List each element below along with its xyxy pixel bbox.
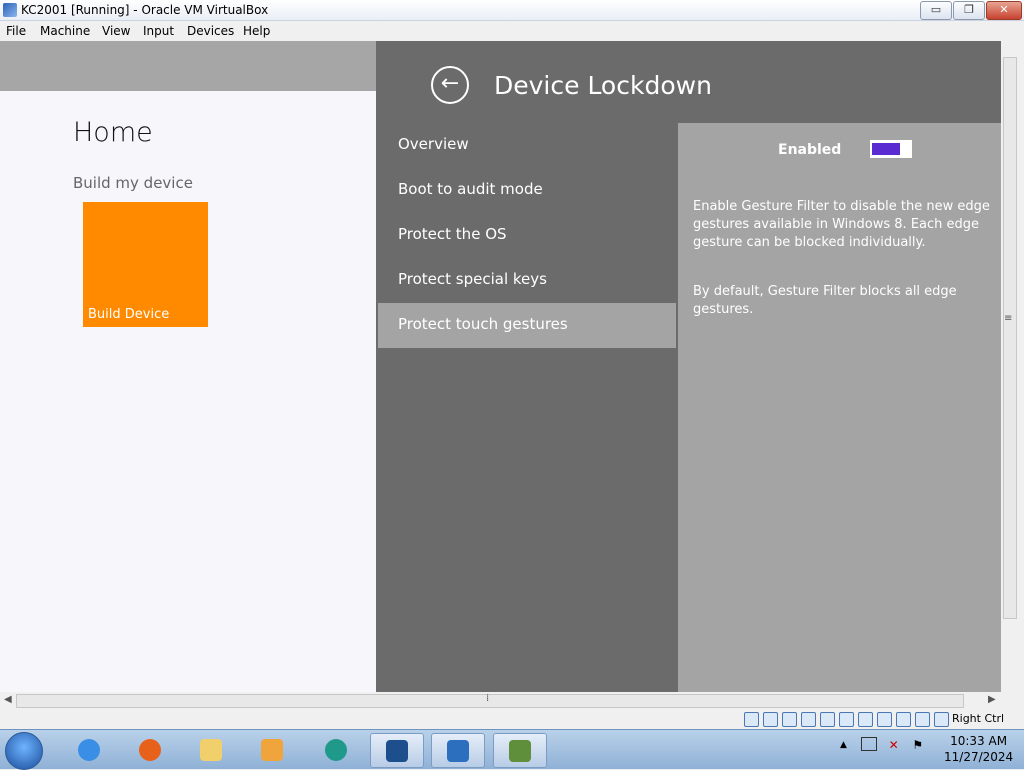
virtualbox-app-icon [3, 3, 17, 17]
nav-item-label: Protect the OS [398, 225, 507, 243]
show-hidden-icons-arrow-icon[interactable]: ▲ [840, 740, 847, 750]
hard-disk-icon[interactable] [744, 712, 759, 727]
vertical-scroll-thumb[interactable] [1003, 57, 1017, 619]
panel-header: ← Device Lockdown [376, 41, 1001, 123]
enabled-toggle[interactable] [870, 140, 912, 158]
taskbar-firefox[interactable] [124, 733, 176, 766]
nav-item-label: Boot to audit mode [398, 180, 543, 198]
gesture-filter-default-note: By default, Gesture Filter blocks all ed… [693, 284, 957, 317]
nav-item-label: Protect special keys [398, 270, 547, 288]
close-button[interactable]: ✕ [986, 1, 1022, 20]
network-utility-icon [509, 740, 531, 762]
folder-icon [200, 739, 222, 761]
back-arrow-icon[interactable]: ← [431, 66, 469, 104]
home-top-band [0, 41, 376, 91]
vertical-scroll-grip-icon: ≡ [1004, 313, 1013, 324]
nav-item-boot-to-audit-mode[interactable]: Boot to audit mode [378, 168, 676, 213]
display-icon[interactable] [858, 712, 873, 727]
taskbar-windows-xp-vm[interactable] [431, 733, 485, 768]
taskbar-network-utility[interactable] [493, 733, 547, 768]
taskbar-media-player[interactable] [246, 733, 298, 766]
start-button-windows-icon[interactable] [5, 732, 43, 770]
windows-xp-icon [447, 740, 469, 762]
home-title: Home [73, 117, 153, 148]
firefox-icon [139, 739, 161, 761]
optical-drive-icon[interactable] [763, 712, 778, 727]
action-center-flag-icon[interactable]: ⚑ [912, 738, 924, 752]
gesture-filter-description: Enable Gesture Filter to disable the new… [693, 199, 990, 250]
clock-date: 11/27/2024 [944, 750, 1014, 764]
panel-heading: Device Lockdown [494, 71, 712, 100]
menu-devices[interactable]: Devices [187, 24, 234, 38]
minimize-button[interactable]: ▭ [920, 1, 952, 20]
host-key-label: Right Ctrl [952, 712, 1005, 725]
taskbar-virtualbox[interactable] [370, 733, 424, 768]
enabled-label: Enabled [778, 142, 842, 158]
nav-item-protect-the-os[interactable]: Protect the OS [378, 213, 676, 258]
scroll-left-arrow-icon[interactable]: ◀ [4, 694, 12, 705]
audio-icon[interactable] [782, 712, 797, 727]
video-capture-icon[interactable] [877, 712, 892, 727]
horizontal-scrollbar[interactable]: ◀ ⁞ ▶ [0, 692, 1001, 709]
virtualization-icon[interactable] [896, 712, 911, 727]
virtualbox-icon [386, 740, 408, 762]
shared-folders-icon[interactable] [839, 712, 854, 727]
vertical-scrollbar[interactable]: ≡ [1001, 41, 1018, 692]
network-icon[interactable] [801, 712, 816, 727]
usb-icon[interactable] [820, 712, 835, 727]
home-pane: Home Build my device Build Device [0, 41, 376, 692]
menu-help[interactable]: Help [243, 24, 270, 38]
detail-pane: Enabled Enable Gesture Filter to disable… [678, 123, 1001, 692]
horizontal-scroll-thumb[interactable] [16, 694, 964, 708]
device-lockdown-panel: ← Device Lockdown Overview Boot to audit… [376, 41, 1001, 692]
home-subtitle: Build my device [73, 174, 193, 192]
taskbar-internet-explorer[interactable] [63, 733, 115, 766]
menu-file[interactable]: File [6, 24, 26, 38]
mouse-integration-icon[interactable] [915, 712, 930, 727]
nav-item-label: Overview [398, 135, 469, 153]
clock-time: 10:33 AM [950, 734, 1008, 748]
nav-item-label: Protect touch gestures [398, 315, 568, 333]
taskbar: ▲ ✕ ⚑ 10:33 AM 11/27/2024 [0, 729, 1024, 770]
nav-item-protect-touch-gestures[interactable]: Protect touch gestures [378, 303, 676, 348]
vm-statusbar: Right Ctrl [0, 709, 1024, 729]
media-player-icon [261, 739, 283, 761]
teal-browser-icon [325, 739, 347, 761]
taskbar-file-explorer[interactable] [185, 733, 237, 766]
restore-button[interactable]: ❐ [953, 1, 985, 20]
horizontal-scroll-grip-icon: ⁞ [486, 693, 490, 704]
internet-explorer-icon [78, 739, 100, 761]
system-tray: ▲ ✕ ⚑ [840, 736, 924, 752]
build-device-tile-label: Build Device [88, 307, 170, 322]
menu-input[interactable]: Input [143, 24, 174, 38]
keyboard-capture-icon[interactable] [934, 712, 949, 727]
nav-item-protect-special-keys[interactable]: Protect special keys [378, 258, 676, 303]
menubar: File Machine View Input Devices Help [0, 21, 1024, 41]
window-titlebar: KC2001 [Running] - Oracle VM VirtualBox … [0, 0, 1024, 21]
tray-clock[interactable]: 10:33 AM 11/27/2024 [944, 733, 1013, 765]
build-device-tile[interactable]: Build Device [83, 202, 208, 327]
nav-item-overview[interactable]: Overview [378, 123, 676, 168]
volume-muted-icon[interactable]: ✕ [889, 738, 903, 752]
taskbar-browser-teal[interactable] [310, 733, 362, 766]
menu-view[interactable]: View [102, 24, 130, 38]
menu-machine[interactable]: Machine [40, 24, 90, 38]
guest-screen: Home Build my device Build Device ← Devi… [0, 41, 1001, 692]
window-title: KC2001 [Running] - Oracle VM VirtualBox [21, 3, 269, 17]
toggle-fill [872, 143, 900, 155]
network-tray-icon[interactable] [860, 736, 877, 751]
scroll-right-arrow-icon[interactable]: ▶ [988, 694, 996, 705]
